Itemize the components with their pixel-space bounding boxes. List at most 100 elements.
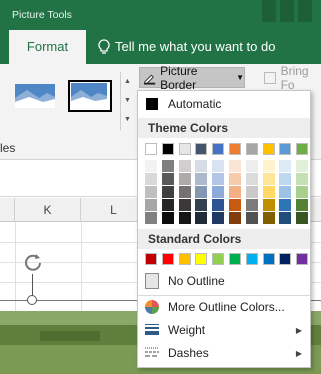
theme-tint-swatch[interactable] [212, 199, 225, 211]
standard-color-swatch[interactable] [212, 253, 225, 265]
theme-tint-swatch[interactable] [178, 199, 191, 211]
no-outline-icon [145, 273, 159, 289]
theme-tint-swatch[interactable] [195, 186, 208, 198]
picture-style-thumbnail-1[interactable] [13, 80, 57, 112]
standard-color-swatch[interactable] [145, 253, 157, 265]
theme-tint-swatch[interactable] [161, 212, 174, 224]
theme-color-swatch[interactable] [178, 143, 191, 155]
theme-tint-swatch[interactable] [178, 173, 191, 185]
theme-color-swatch[interactable] [296, 143, 309, 155]
weight-label: Weight [168, 323, 206, 337]
theme-tint-swatch[interactable] [195, 160, 208, 172]
standard-color-swatch[interactable] [279, 253, 292, 265]
theme-tint-swatch[interactable] [245, 160, 258, 172]
theme-tint-swatch[interactable] [245, 173, 258, 185]
theme-color-swatch[interactable] [279, 143, 292, 155]
picture-style-thumbnail-2[interactable] [68, 80, 112, 112]
style-gallery-scroll[interactable]: ▲ ▼ ▼ [120, 72, 134, 130]
theme-color-swatch[interactable] [212, 143, 225, 155]
theme-tint-swatch[interactable] [279, 186, 292, 198]
standard-color-swatch[interactable] [178, 253, 191, 265]
theme-color-swatch[interactable] [195, 143, 208, 155]
bring-forward-label: Bring Fo [280, 64, 309, 92]
theme-tint-swatch[interactable] [296, 160, 309, 172]
theme-tint-swatch[interactable] [145, 173, 157, 185]
standard-color-swatch[interactable] [161, 253, 174, 265]
tab-format[interactable]: Format [9, 30, 86, 64]
theme-tint-swatch[interactable] [296, 199, 309, 211]
theme-tint-swatch[interactable] [296, 173, 309, 185]
theme-tint-swatch[interactable] [145, 160, 157, 172]
theme-tint-swatch[interactable] [195, 173, 208, 185]
theme-tint-swatch[interactable] [145, 199, 157, 211]
theme-tint-swatch[interactable] [161, 173, 174, 185]
menu-item-more-outline-colors[interactable]: More Outline Colors... [138, 297, 310, 317]
tell-me-box[interactable]: Tell me what you want to do [98, 30, 275, 64]
standard-color-swatch[interactable] [195, 253, 208, 265]
pen-icon [143, 74, 156, 85]
bring-forward-button[interactable]: Bring Fo [264, 64, 321, 92]
gallery-up-arrow-icon[interactable]: ▲ [121, 72, 134, 91]
theme-tint-swatch[interactable] [279, 212, 292, 224]
theme-tint-swatch[interactable] [279, 173, 292, 185]
theme-tint-swatch[interactable] [212, 160, 225, 172]
theme-tint-swatch[interactable] [178, 160, 191, 172]
standard-color-swatch[interactable] [262, 253, 275, 265]
theme-colors-header: Theme Colors [138, 118, 310, 138]
theme-tint-swatch[interactable] [212, 186, 225, 198]
theme-color-swatch[interactable] [145, 143, 157, 155]
theme-tint-swatch[interactable] [262, 160, 275, 172]
standard-color-swatch[interactable] [296, 253, 309, 265]
theme-tint-swatch[interactable] [229, 160, 241, 172]
menu-item-automatic[interactable]: Automatic [138, 95, 310, 113]
rotate-handle-icon[interactable] [22, 252, 44, 274]
theme-color-swatch[interactable] [245, 143, 258, 155]
picture-style-preview-image [71, 83, 107, 107]
theme-tint-swatch[interactable] [296, 186, 309, 198]
styles-group-label: les [0, 141, 16, 155]
theme-tint-swatch[interactable] [262, 199, 275, 211]
theme-tint-swatch[interactable] [161, 186, 174, 198]
gallery-down-arrow-icon[interactable]: ▼ [121, 91, 134, 110]
theme-tint-swatch[interactable] [178, 186, 191, 198]
theme-tint-swatch[interactable] [262, 186, 275, 198]
tell-me-text: Tell me what you want to do [115, 39, 276, 54]
theme-color-swatch[interactable] [161, 143, 174, 155]
menu-item-weight[interactable]: Weight ▶ [138, 320, 310, 340]
theme-tint-swatch[interactable] [145, 212, 157, 224]
theme-tint-swatch[interactable] [279, 199, 292, 211]
theme-tint-swatch[interactable] [245, 186, 258, 198]
theme-tint-swatch[interactable] [229, 199, 241, 211]
theme-tint-swatch[interactable] [195, 199, 208, 211]
theme-tint-swatch[interactable] [279, 160, 292, 172]
theme-tint-swatch[interactable] [229, 173, 241, 185]
resize-handle[interactable] [27, 295, 37, 305]
theme-tint-swatch[interactable] [262, 212, 275, 224]
standard-color-swatch[interactable] [229, 253, 241, 265]
gallery-more-icon[interactable]: ▼ [121, 110, 134, 129]
theme-tint-swatch[interactable] [212, 173, 225, 185]
picture-border-button[interactable]: Picture Border ▼ [139, 64, 245, 92]
theme-tint-swatch[interactable] [195, 212, 208, 224]
theme-tint-swatch[interactable] [161, 160, 174, 172]
theme-tint-swatch[interactable] [245, 212, 258, 224]
menu-item-dashes[interactable]: Dashes ▶ [138, 343, 310, 363]
theme-color-swatch[interactable] [229, 143, 241, 155]
theme-tint-swatch[interactable] [245, 199, 258, 211]
theme-tint-swatch[interactable] [229, 212, 241, 224]
column-header-partial[interactable] [0, 198, 15, 222]
theme-tint-swatch[interactable] [212, 212, 225, 224]
column-header-k[interactable]: K [15, 198, 81, 222]
no-outline-label: No Outline [168, 274, 225, 288]
theme-tint-swatch[interactable] [145, 186, 157, 198]
theme-tint-swatch[interactable] [262, 173, 275, 185]
title-bar: Picture Tools [0, 0, 321, 30]
standard-color-swatch[interactable] [245, 253, 258, 265]
theme-tint-swatch[interactable] [161, 199, 174, 211]
menu-separator [138, 295, 310, 296]
theme-tint-swatch[interactable] [178, 212, 191, 224]
theme-tint-swatch[interactable] [229, 186, 241, 198]
menu-item-no-outline[interactable]: No Outline [138, 271, 310, 291]
theme-tint-swatch[interactable] [296, 212, 309, 224]
theme-color-swatch[interactable] [262, 143, 275, 155]
